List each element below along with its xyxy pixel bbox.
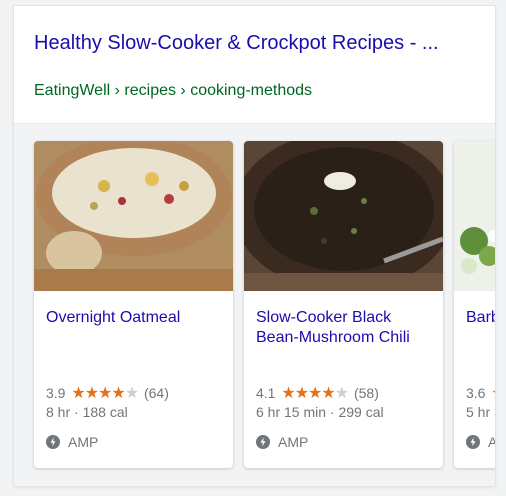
review-count: (64) [143,385,169,401]
amp-badge: AMP [256,434,308,450]
lightning-bolt-icon [466,435,480,449]
rating-value: 3.9 [46,385,66,401]
recipe-thumbnail [454,141,495,291]
recipe-title[interactable]: Barbe Chick [466,308,495,328]
recipe-rating: 3.6 ★ [466,383,495,403]
recipe-title[interactable]: Slow-Cooker Black Bean-Mushroom Chili [256,308,436,348]
star-rating-icon: ★★★★★ [281,385,349,402]
recipe-card-black-bean-chili[interactable]: Slow-Cooker Black Bean-Mushroom Chili 4.… [244,141,443,468]
recipe-title[interactable]: Overnight Oatmeal [46,308,226,328]
amp-badge: AMP [46,434,98,450]
recipe-thumbnail [244,141,443,291]
lightning-bolt-icon [256,435,270,449]
amp-label: AM [488,434,495,450]
review-count: (58) [353,385,379,401]
recipe-rating: 4.1 ★★★★★ (58) [256,383,379,403]
lightning-bolt-icon [46,435,60,449]
rating-value: 4.1 [256,385,276,401]
recipe-card-barbecue-chicken[interactable]: Barbe Chick 3.6 ★ 5 hr 3 AM [454,141,495,468]
result-header: Healthy Slow-Cooker & Crockpot Recipes -… [14,6,495,124]
result-breadcrumb[interactable]: EatingWell › recipes › cooking-methods [34,82,312,100]
recipe-meta: 6 hr 15 min · 299 cal [256,404,384,420]
recipe-card-overnight-oatmeal[interactable]: Overnight Oatmeal 3.9 ★★★★★ (64) 8 hr · … [34,141,233,468]
star-rating-icon: ★★★★★ [71,385,139,402]
recipe-meta: 8 hr · 188 cal [46,404,128,420]
recipe-carousel[interactable]: Overnight Oatmeal 3.9 ★★★★★ (64) 8 hr · … [14,124,495,486]
rating-value: 3.6 [466,385,486,401]
recipe-rating: 3.9 ★★★★★ (64) [46,383,169,403]
recipe-meta: 5 hr 3 [466,404,495,420]
result-title-link[interactable]: Healthy Slow-Cooker & Crockpot Recipes -… [34,30,474,56]
amp-badge: AM [466,434,495,450]
star-rating-icon: ★ [491,385,495,402]
search-result-card: Healthy Slow-Cooker & Crockpot Recipes -… [13,5,496,487]
amp-label: AMP [68,434,99,450]
recipe-thumbnail [34,141,233,291]
amp-label: AMP [278,434,309,450]
